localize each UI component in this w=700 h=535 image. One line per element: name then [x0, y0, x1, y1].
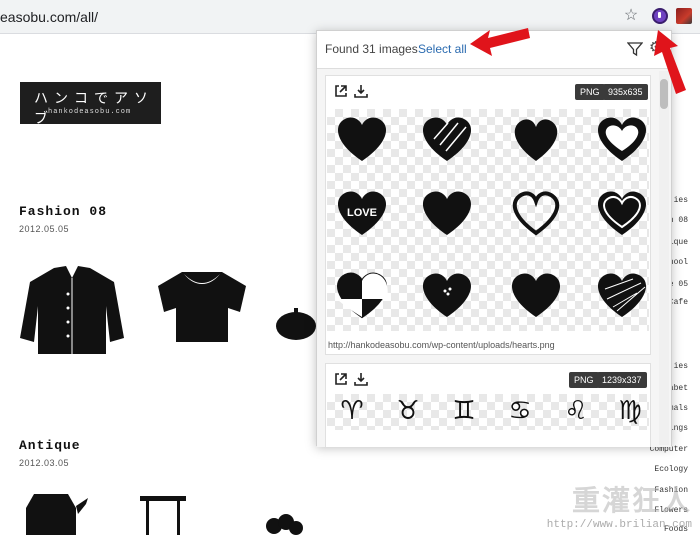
heart-outline-image	[597, 117, 647, 161]
heart-scribbled-image	[597, 273, 647, 317]
blouse-image[interactable]	[154, 268, 250, 344]
heart-image	[511, 273, 561, 317]
aries-symbol: ♈	[340, 396, 364, 426]
format-badge: PNG	[575, 84, 605, 100]
zodiac-image-preview[interactable]: ♈ ♉ ♊ ♋ ♌ ♍	[327, 394, 649, 430]
image-downloader-popup: Found 31 images Select all ⚙ PNG 935x635	[316, 30, 672, 447]
logo-subtext: hankodeasobu.com	[48, 108, 132, 116]
taurus-symbol: ♉	[396, 396, 420, 426]
browser-toolbar: easobu.com/all/ ☆	[0, 0, 700, 34]
dimensions-badge: 935x635	[603, 84, 648, 100]
heart-image	[337, 117, 387, 161]
leo-symbol: ♌	[564, 396, 588, 426]
open-in-new-tab-icon[interactable]	[334, 84, 348, 98]
heart-dotted-image	[422, 273, 472, 317]
download-icon[interactable]	[354, 84, 368, 98]
beret-image[interactable]	[274, 300, 318, 344]
table-image[interactable]	[138, 494, 188, 535]
cardigan-image[interactable]	[18, 262, 126, 358]
teapot-image[interactable]	[20, 488, 90, 535]
image-card[interactable]: PNG 935x635 LOVE http://hankodeasobu.com…	[325, 75, 651, 355]
address-bar[interactable]: easobu.com/all/	[0, 9, 98, 25]
heart-image	[422, 191, 472, 235]
image-card[interactable]: PNG 1239x337 ♈ ♉ ♊ ♋ ♌ ♍	[325, 363, 651, 447]
post-date-fashion: 2012.05.05	[19, 224, 70, 234]
heart-striped-image	[422, 117, 472, 161]
bookmark-star-icon[interactable]: ☆	[622, 7, 640, 25]
download-icon[interactable]	[354, 372, 368, 386]
image-url[interactable]: http://hankodeasobu.com/wp-content/uploa…	[328, 340, 555, 350]
gemini-symbol: ♊	[452, 396, 476, 426]
heart-checkered-image	[336, 272, 388, 319]
heart-outline-image	[512, 191, 560, 236]
heart-love-image: LOVE	[337, 191, 387, 235]
post-title-antique[interactable]: Antique	[19, 438, 81, 453]
heart-outline-image	[597, 191, 647, 235]
popup-scrollbar[interactable]	[659, 71, 669, 445]
watermark-logo-text: 重灌狂人	[571, 484, 692, 517]
category-link[interactable]: ies	[674, 362, 688, 371]
found-images-count: Found 31 images	[325, 42, 418, 56]
watermark: 重灌狂人 http://www.brilian.com	[547, 479, 692, 531]
format-badge: PNG	[569, 372, 599, 388]
heart-image	[514, 119, 558, 161]
card-toolbar: PNG 935x635	[326, 76, 650, 104]
dimensions-badge: 1239x337	[597, 372, 647, 388]
site-logo[interactable]: ハンコでアソブ hankodeasobu.com	[20, 82, 161, 126]
red-arrow-annotation	[470, 28, 530, 56]
post-title-fashion[interactable]: Fashion 08	[19, 204, 107, 219]
card-toolbar: PNG 1239x337	[326, 364, 650, 392]
image-list: PNG 935x635 LOVE http://hankodeasobu.com…	[317, 69, 671, 447]
flower-vase-image[interactable]	[264, 514, 304, 535]
virgo-symbol: ♍	[618, 396, 642, 426]
filter-icon[interactable]	[627, 41, 643, 57]
cancer-symbol: ♋	[508, 396, 532, 426]
category-link[interactable]: Ecology	[654, 465, 688, 474]
open-in-new-tab-icon[interactable]	[334, 372, 348, 386]
category-link[interactable]: ies	[674, 196, 688, 205]
post-date-antique: 2012.03.05	[19, 458, 70, 468]
hearts-image-preview[interactable]: LOVE	[327, 109, 649, 331]
love-label: LOVE	[347, 207, 377, 219]
red-arrow-annotation	[654, 30, 686, 94]
watermark-url: http://www.brilian.com	[546, 519, 692, 531]
select-all-link[interactable]: Select all	[418, 42, 467, 56]
